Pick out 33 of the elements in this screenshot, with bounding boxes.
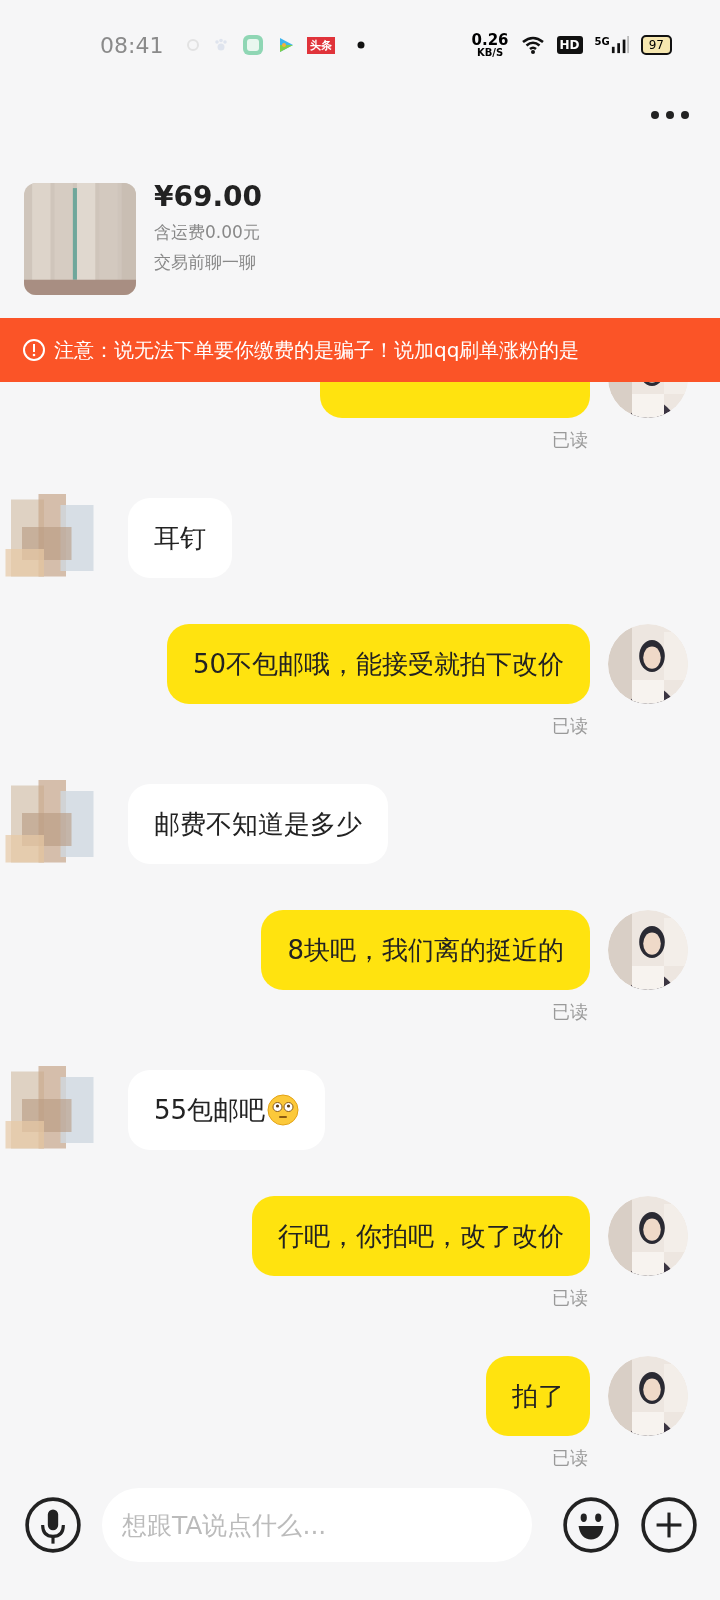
message-bubble: 50不包邮哦，能接受就拍下改价 <box>166 624 590 704</box>
chat-hint: 交易前聊一聊 <box>154 251 257 274</box>
hd-badge: HD <box>556 36 583 54</box>
add-icon[interactable] <box>640 1496 698 1554</box>
emoji-icon[interactable] <box>562 1496 620 1554</box>
product-price: ¥69.00 <box>154 179 263 215</box>
more-icon[interactable] <box>650 110 690 120</box>
read-receipt: 已读 <box>552 1446 588 1470</box>
status-time: 08:41 <box>100 32 164 58</box>
read-receipt: 已读 <box>552 1286 588 1310</box>
message-bubble: 拍了 <box>486 1356 590 1436</box>
network-type: 5G <box>594 36 610 47</box>
message-bubble: 55包邮吧 <box>128 1070 326 1150</box>
battery-indicator: 97 <box>640 35 672 55</box>
read-receipt: 已读 <box>552 714 588 738</box>
news-badge: 头条 <box>307 36 336 54</box>
microphone-icon[interactable] <box>24 1496 82 1554</box>
read-receipt: 已读 <box>552 1000 588 1024</box>
read-receipt: 已读 <box>552 428 588 452</box>
network-unit: KB/S <box>476 47 504 58</box>
shipping-fee: 含运费0.00元 <box>154 221 261 244</box>
signal-icon <box>610 36 629 54</box>
dot-icon <box>357 41 366 49</box>
network-speed: 0.26 <box>471 32 509 48</box>
message-bubble: 耳钉 <box>128 498 232 578</box>
app-icon <box>241 34 266 56</box>
message-bubble: 行吧，你拍吧，改了改价 <box>252 1196 590 1276</box>
wifi-icon <box>520 34 545 56</box>
message-bubble: 8块吧，我们离的挺近的 <box>261 910 590 990</box>
warning-icon <box>22 338 46 362</box>
message-input[interactable]: 想跟TA说点什么... <box>102 1488 532 1562</box>
message-bubble: 邮费不知道是多少 <box>128 784 388 864</box>
warning-text: 注意：说无法下单要你缴费的是骗子！说加qq刷单涨粉的是 <box>54 336 580 364</box>
